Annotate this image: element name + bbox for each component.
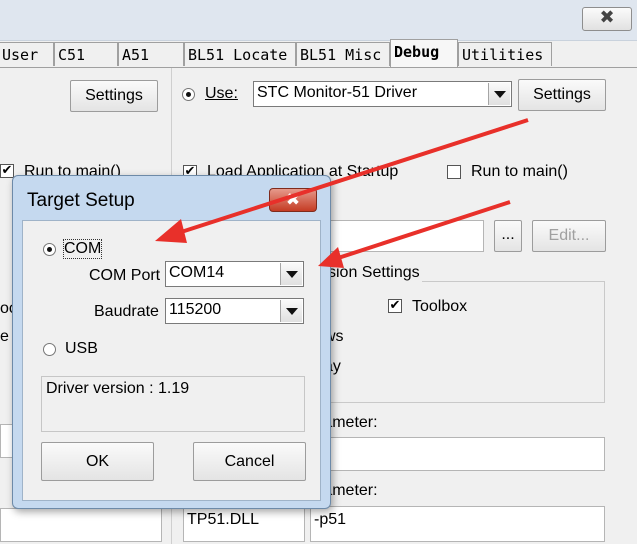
com-label: COM	[62, 239, 103, 259]
tab-c51[interactable]: C51	[54, 42, 118, 66]
baudrate-select[interactable]: 115200	[165, 298, 304, 324]
options-tab-bar: User C51 A51 BL51 Locate BL51 Misc Debug…	[0, 39, 635, 68]
baudrate-value: 115200	[169, 301, 222, 318]
cancel-button[interactable]: Cancel	[193, 442, 306, 481]
tab-utilities[interactable]: Utilities	[458, 42, 552, 66]
driver-settings-button[interactable]: Settings	[518, 79, 606, 111]
target-setup-dialog: Target Setup ✖ COM COM Port COM14 Baudra…	[12, 175, 331, 509]
dll-field[interactable]: TP51.DLL	[183, 506, 305, 542]
dialog-title: Target Setup	[27, 190, 135, 211]
right-run-to-main-checkbox[interactable]	[447, 165, 461, 179]
right-run-to-main-label: Run to main()	[471, 163, 568, 180]
baudrate-label: Baudrate	[94, 303, 159, 320]
left-run-to-main-checkbox[interactable]: ✔	[0, 164, 14, 178]
chevron-down-icon	[280, 263, 302, 285]
tab-debug[interactable]: Debug	[390, 39, 458, 67]
chevron-down-icon	[280, 300, 302, 322]
dll-param-value: -p51	[314, 511, 347, 528]
com-port-label: COM Port	[89, 267, 161, 284]
driver-version-text: Driver version : 1.19	[46, 380, 190, 397]
com-radio[interactable]	[43, 243, 56, 256]
usb-radio[interactable]	[43, 343, 56, 356]
com-port-value: COM14	[169, 264, 225, 281]
edit-button[interactable]: Edit...	[532, 220, 606, 252]
use-label: Use:	[205, 85, 238, 102]
init-file-field[interactable]	[320, 220, 484, 252]
tab-user[interactable]: User	[0, 42, 54, 66]
window-top-strip	[0, 0, 637, 41]
use-driver-radio[interactable]	[182, 88, 195, 101]
toolbox-label: Toolbox	[412, 298, 468, 315]
chevron-down-icon	[488, 83, 510, 105]
tab-divider	[0, 67, 637, 68]
driver-select-value: STC Monitor-51 Driver	[257, 84, 418, 101]
left-fragment-2: e	[0, 328, 9, 345]
left-settings-button[interactable]: Settings	[70, 80, 158, 112]
toolbox-checkbox[interactable]: ✔	[388, 299, 402, 313]
dll-value: TP51.DLL	[187, 511, 260, 528]
tab-a51[interactable]: A51	[118, 42, 184, 66]
tab-bl51-locate[interactable]: BL51 Locate	[184, 42, 296, 66]
com-port-select[interactable]: COM14	[165, 261, 304, 287]
left-param-field-2[interactable]	[0, 508, 162, 542]
session-settings-title: ssion Settings	[318, 264, 422, 282]
usb-label: USB	[65, 340, 98, 357]
window-close-button[interactable]: ✖	[582, 7, 632, 31]
driver-version-box: Driver version : 1.19	[41, 376, 305, 432]
dialog-close-button[interactable]: ✖	[269, 188, 317, 212]
ok-button[interactable]: OK	[41, 442, 154, 481]
browse-button[interactable]: ...	[494, 220, 522, 252]
dll-param-field[interactable]: -p51	[310, 506, 605, 542]
driver-select[interactable]: STC Monitor-51 Driver	[253, 81, 512, 107]
close-icon: ✖	[285, 190, 301, 210]
tab-bl51-misc[interactable]: BL51 Misc	[296, 42, 390, 66]
dialog-client-area: COM COM Port COM14 Baudrate 115200 USB D…	[22, 220, 321, 501]
close-icon: ✖	[599, 7, 615, 28]
